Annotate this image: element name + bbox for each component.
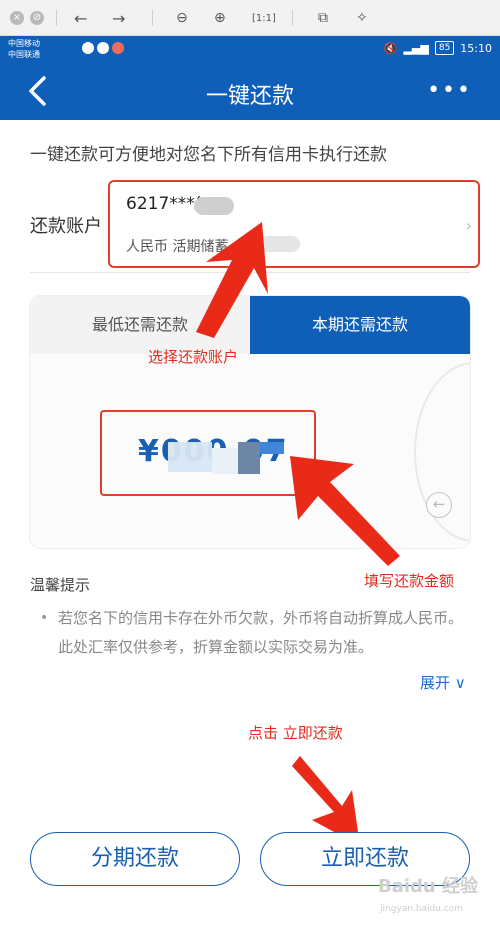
status-bar: 中国移动 中国联通 🔇 ▂▄▆ 85 15:10 xyxy=(0,36,500,62)
toolbar-divider xyxy=(292,10,293,26)
annotation-select-account: 选择还款账户 xyxy=(148,348,239,366)
tips-bullet: • xyxy=(40,610,49,626)
stop-icon[interactable]: ⊘ xyxy=(30,8,44,28)
chat-icon xyxy=(97,42,109,54)
masked-digits xyxy=(194,197,234,215)
page-title: 一键还款 xyxy=(205,84,294,109)
more-menu-icon[interactable]: ••• xyxy=(427,78,472,103)
installment-button[interactable]: 分期还款 xyxy=(30,832,240,886)
heart-icon xyxy=(82,42,94,54)
magic-wand-icon[interactable]: ✧ xyxy=(356,8,368,28)
watermark-logo: Baidu 经验 xyxy=(378,876,479,897)
browser-toolbar: × ⊘ ← → ⊖ ⊕ [1:1] ⧉ ✧ xyxy=(0,0,500,36)
amount-input[interactable]: ¥000.07 xyxy=(100,410,316,496)
clock: 15:10 xyxy=(460,41,492,55)
account-label: 还款账户 xyxy=(30,216,102,237)
app-header: 一键还款 ••• xyxy=(0,62,500,120)
amount-mask xyxy=(238,442,260,474)
annotation-fill-amount: 填写还款金额 xyxy=(364,572,455,590)
app-notification-icon xyxy=(112,42,124,54)
tips-title: 温馨提示 xyxy=(30,576,91,594)
amount-mask xyxy=(212,448,238,474)
watermark-url: jingyan.baidu.com xyxy=(380,904,464,914)
tab-statement-payment[interactable]: 本期还需还款 xyxy=(250,296,470,354)
signal-icon: ▂▄▆ xyxy=(403,41,429,55)
rotate-icon[interactable]: ⧉ xyxy=(318,8,328,28)
annotation-click-pay: 点击 立即还款 xyxy=(248,724,343,742)
toolbar-divider xyxy=(56,10,57,26)
fit-icon[interactable]: [1:1] xyxy=(252,8,276,28)
tips-text: 若您名下的信用卡存在外币欠款，外币将自动折算成人民币。此处汇率仅供参考，折算金额… xyxy=(58,609,464,656)
zoom-out-icon[interactable]: ⊖ xyxy=(176,8,188,28)
carrier-1: 中国移动 xyxy=(8,39,40,48)
amount-mask xyxy=(260,442,284,454)
chevron-right-icon: › xyxy=(465,216,472,235)
status-right: 🔇 ▂▄▆ 85 15:10 xyxy=(384,41,492,55)
toolbar-divider xyxy=(152,10,153,26)
arrow-left-circle-icon[interactable]: ← xyxy=(426,492,452,518)
notification-icons xyxy=(82,42,124,54)
masked-text xyxy=(260,236,300,252)
account-selector[interactable]: 6217***( 人民币 活期储蓄 › xyxy=(108,180,480,268)
description-text: 一键还款可方便地对您名下所有信用卡执行还款 xyxy=(30,145,387,165)
battery-indicator: 85 xyxy=(434,41,455,55)
carrier-2: 中国联通 xyxy=(8,50,40,59)
zoom-in-icon[interactable]: ⊕ xyxy=(214,8,226,28)
close-icon[interactable]: × xyxy=(10,8,24,28)
expand-link[interactable]: 展开 ∨ xyxy=(420,672,466,693)
divider xyxy=(30,272,470,273)
forward-icon[interactable]: → xyxy=(112,8,125,28)
account-number: 6217***( xyxy=(126,194,202,214)
amount-mask xyxy=(168,442,212,472)
carrier-labels: 中国移动 中国联通 xyxy=(8,38,40,60)
back-icon[interactable]: ← xyxy=(74,8,87,28)
mute-icon: 🔇 xyxy=(383,41,398,55)
account-type: 人民币 活期储蓄 xyxy=(126,239,229,255)
